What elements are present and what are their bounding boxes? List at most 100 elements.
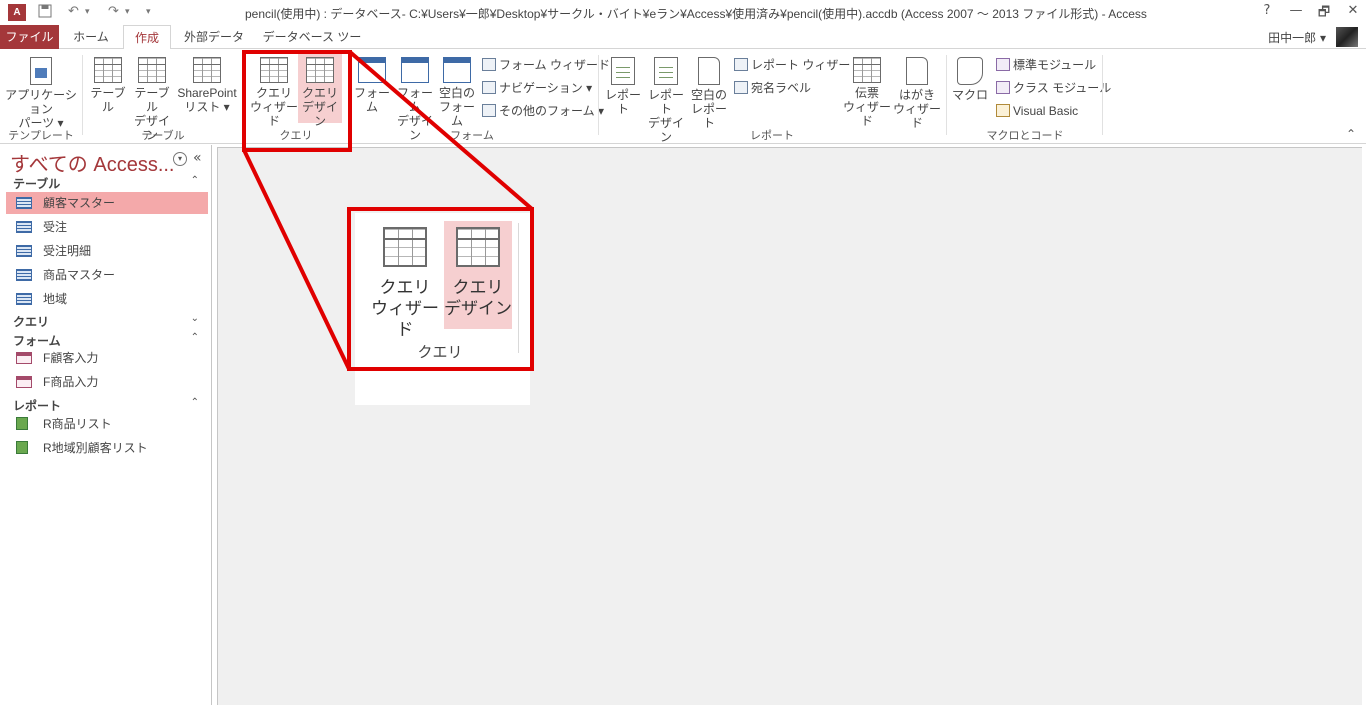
report-icon	[16, 417, 28, 430]
form-icon	[358, 57, 386, 83]
postcard-wizard-icon	[906, 57, 928, 85]
window-title: pencil(使用中) : データベース- C:¥Users¥一郎¥Deskto…	[245, 7, 1147, 21]
blank-report-icon	[698, 57, 720, 85]
ribbon-tab-bar: ファイル ホーム 作成 外部データ データベース ツール 田中一郎 ▾	[0, 25, 1366, 68]
user-account[interactable]: 田中一郎 ▾	[1268, 29, 1326, 46]
table-icon	[16, 197, 32, 209]
highlight-box-large	[347, 207, 534, 371]
nav-shutter-icon[interactable]: «	[193, 150, 202, 166]
module-icon	[996, 58, 1010, 71]
ribbon: アプリケーション パーツ ▾ テンプレート テーブル テーブル デザイン Sha…	[0, 49, 1366, 144]
macro-icon	[957, 57, 983, 85]
blank-report-button[interactable]: 空白の レポート	[688, 57, 730, 130]
nav-item-table[interactable]: 顧客マスター	[6, 192, 208, 214]
report-icon	[611, 57, 635, 85]
navigation-button[interactable]: ナビゲーション ▾	[482, 80, 592, 96]
tab-create[interactable]: 作成	[123, 25, 171, 50]
chevron-up-icon: ⌃	[190, 175, 199, 186]
group-label-template: テンプレート	[8, 130, 74, 142]
form-design-icon	[401, 57, 429, 83]
customize-qat-icon[interactable]: ▾	[146, 4, 151, 20]
chevron-down-icon: ⌄	[190, 313, 199, 324]
group-label-form: フォーム	[450, 130, 494, 142]
table-icon	[16, 221, 32, 233]
module-button[interactable]: 標準モジュール	[996, 57, 1096, 73]
application-parts-button[interactable]: アプリケーション パーツ ▾	[4, 57, 78, 130]
redo-icon[interactable]: ↷	[108, 4, 119, 20]
nav-menu-dropdown-icon[interactable]: ▾	[173, 152, 187, 166]
group-separator	[82, 55, 83, 135]
nav-pane-title[interactable]: すべての Access...	[10, 148, 175, 177]
highlight-box-small	[242, 50, 352, 152]
more-forms-icon	[482, 104, 496, 117]
redo-dropdown-icon[interactable]: ▾	[125, 4, 130, 20]
save-icon[interactable]	[38, 4, 52, 23]
minimize-button[interactable]: —	[1285, 3, 1307, 18]
nav-item-table[interactable]: 地域	[6, 288, 208, 310]
table-icon	[16, 293, 32, 305]
restore-button[interactable]: 🗗	[1313, 3, 1335, 25]
group-separator	[1102, 55, 1103, 135]
more-forms-button[interactable]: その他のフォーム ▾	[482, 103, 604, 119]
report-wizard-icon	[734, 58, 748, 71]
access-app-icon[interactable]: A	[8, 4, 26, 21]
application-parts-icon	[30, 57, 52, 85]
nav-item-report[interactable]: R商品リスト	[6, 413, 208, 435]
tab-database-tools[interactable]: データベース ツール	[258, 25, 366, 68]
nav-item-form[interactable]: F商品入力	[6, 371, 208, 393]
labels-icon	[734, 81, 748, 94]
report-button[interactable]: レポート	[602, 57, 644, 116]
table-design-icon	[138, 57, 166, 83]
report-icon	[16, 441, 28, 454]
nav-group-tables[interactable]: テーブル ⌃	[13, 175, 199, 192]
title-bar: A ↶ ▾ ↷ ▾ ▾ pencil(使用中) : データベース- C:¥Use…	[0, 0, 1366, 25]
postcard-wizard-button[interactable]: はがき ウィザード	[892, 57, 942, 130]
nav-item-report[interactable]: R地域別顧客リスト	[6, 437, 208, 459]
form-wizard-button[interactable]: フォーム ウィザード	[482, 57, 610, 73]
table-icon	[16, 269, 32, 281]
blank-form-icon	[443, 57, 471, 83]
chevron-up-icon: ⌃	[190, 397, 199, 408]
report-design-icon	[654, 57, 678, 85]
collapse-ribbon-button[interactable]: ⌃	[1346, 127, 1356, 141]
labels-button[interactable]: 宛名ラベル	[734, 80, 811, 96]
tab-file[interactable]: ファイル	[0, 25, 59, 49]
sharepoint-list-icon	[193, 57, 221, 83]
slip-wizard-icon	[853, 57, 881, 83]
group-label-table: テーブル	[141, 130, 185, 142]
undo-icon[interactable]: ↶	[68, 4, 79, 20]
sharepoint-list-button[interactable]: SharePoint リスト ▾	[174, 57, 240, 114]
navigation-icon	[482, 81, 496, 94]
visual-basic-icon	[996, 104, 1010, 117]
group-label-report: レポート	[750, 130, 794, 142]
undo-dropdown-icon[interactable]: ▾	[85, 4, 90, 20]
table-button[interactable]: テーブル	[86, 57, 130, 114]
group-separator	[946, 55, 947, 135]
class-module-button[interactable]: クラス モジュール	[996, 80, 1111, 96]
table-icon	[16, 245, 32, 257]
group-label-macro: マクロとコード	[986, 130, 1064, 142]
nav-item-form[interactable]: F顧客入力	[6, 347, 208, 369]
macro-button[interactable]: マクロ	[950, 57, 990, 102]
nav-item-table[interactable]: 受注	[6, 216, 208, 238]
tab-external-data[interactable]: 外部データ	[178, 25, 250, 49]
nav-item-table[interactable]: 商品マスター	[6, 264, 208, 286]
class-module-icon	[996, 81, 1010, 94]
nav-item-table[interactable]: 受注明細	[6, 240, 208, 262]
nav-group-reports[interactable]: レポート ⌃	[13, 397, 199, 414]
nav-group-queries[interactable]: クエリ ⌄	[13, 313, 199, 330]
form-button[interactable]: フォーム	[352, 57, 392, 114]
visual-basic-button[interactable]: Visual Basic	[996, 103, 1078, 119]
table-icon	[94, 57, 122, 83]
avatar[interactable]	[1336, 27, 1358, 47]
tab-home[interactable]: ホーム	[64, 25, 118, 49]
form-icon	[16, 376, 32, 388]
navigation-pane: すべての Access... ▾ « テーブル ⌃ 顧客マスター 受注 受注明細…	[0, 145, 212, 705]
blank-form-button[interactable]: 空白の フォーム	[436, 57, 478, 128]
slip-wizard-button[interactable]: 伝票 ウィザード	[842, 57, 892, 128]
form-wizard-icon	[482, 58, 496, 71]
chevron-up-icon: ⌃	[190, 332, 199, 343]
help-button[interactable]: ?	[1256, 3, 1278, 18]
group-separator	[598, 55, 599, 135]
close-button[interactable]: ✕	[1342, 3, 1364, 18]
